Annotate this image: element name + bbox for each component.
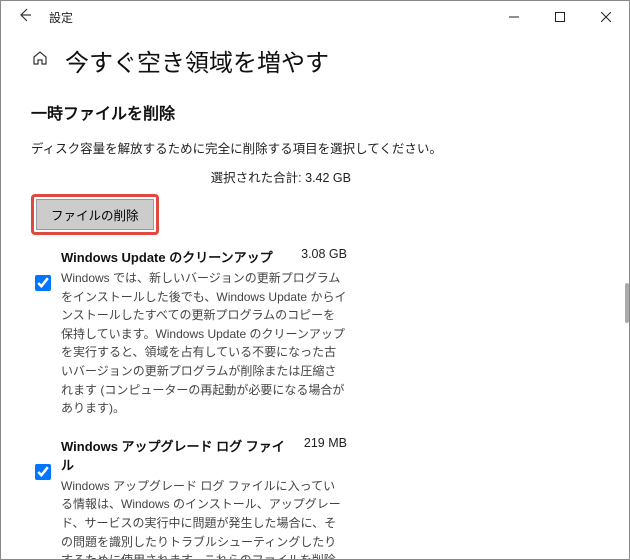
maximize-icon: [555, 12, 565, 22]
item-description: Windows アップグレード ログ ファイルに入っている情報は、Windows…: [61, 477, 347, 559]
item-checkbox[interactable]: [35, 275, 51, 291]
delete-button-highlight: ファイルの削除: [31, 194, 159, 235]
scrollbar[interactable]: [623, 33, 629, 559]
scrollbar-thumb[interactable]: [625, 283, 629, 323]
item-size: 219 MB: [294, 436, 347, 474]
close-button[interactable]: [583, 1, 629, 33]
item-name: Windows アップグレード ログ ファイル: [61, 436, 294, 474]
window-title: 設定: [41, 9, 73, 26]
close-icon: [601, 12, 611, 22]
page-title: 今すぐ空き領域を増やす: [65, 43, 329, 78]
home-icon[interactable]: [31, 49, 49, 72]
item-description: Windows では、新しいバージョンの更新プログラムをインストールした後でも、…: [61, 269, 347, 418]
section-heading: 一時ファイルを削除: [31, 100, 599, 124]
maximize-button[interactable]: [537, 1, 583, 33]
back-arrow-icon: [18, 8, 32, 22]
instruction-text: ディスク容量を解放するために完全に削除する項目を選択してください。: [31, 138, 599, 157]
item-name: Windows Update のクリーンアップ: [61, 247, 273, 266]
minimize-icon: [509, 12, 519, 22]
titlebar: 設定: [1, 1, 629, 33]
page-header: 今すぐ空き領域を増やす: [31, 43, 599, 78]
total-label: 選択された合計:: [211, 171, 302, 185]
minimize-button[interactable]: [491, 1, 537, 33]
content-area: 今すぐ空き領域を増やす 一時ファイルを削除 ディスク容量を解放するために完全に削…: [1, 33, 629, 559]
list-item[interactable]: Windows Update のクリーンアップ 3.08 GB Windows …: [31, 239, 351, 428]
total-selected: 選択された合計: 3.42 GB: [31, 167, 351, 186]
total-value: 3.42 GB: [305, 171, 351, 185]
window-controls: [491, 1, 629, 33]
item-size: 3.08 GB: [291, 247, 347, 266]
list-item[interactable]: Windows アップグレード ログ ファイル 219 MB Windows ア…: [31, 428, 351, 559]
back-button[interactable]: [9, 8, 41, 26]
item-checkbox[interactable]: [35, 464, 51, 480]
items-list: Windows Update のクリーンアップ 3.08 GB Windows …: [31, 239, 351, 559]
delete-files-button[interactable]: ファイルの削除: [36, 199, 154, 230]
